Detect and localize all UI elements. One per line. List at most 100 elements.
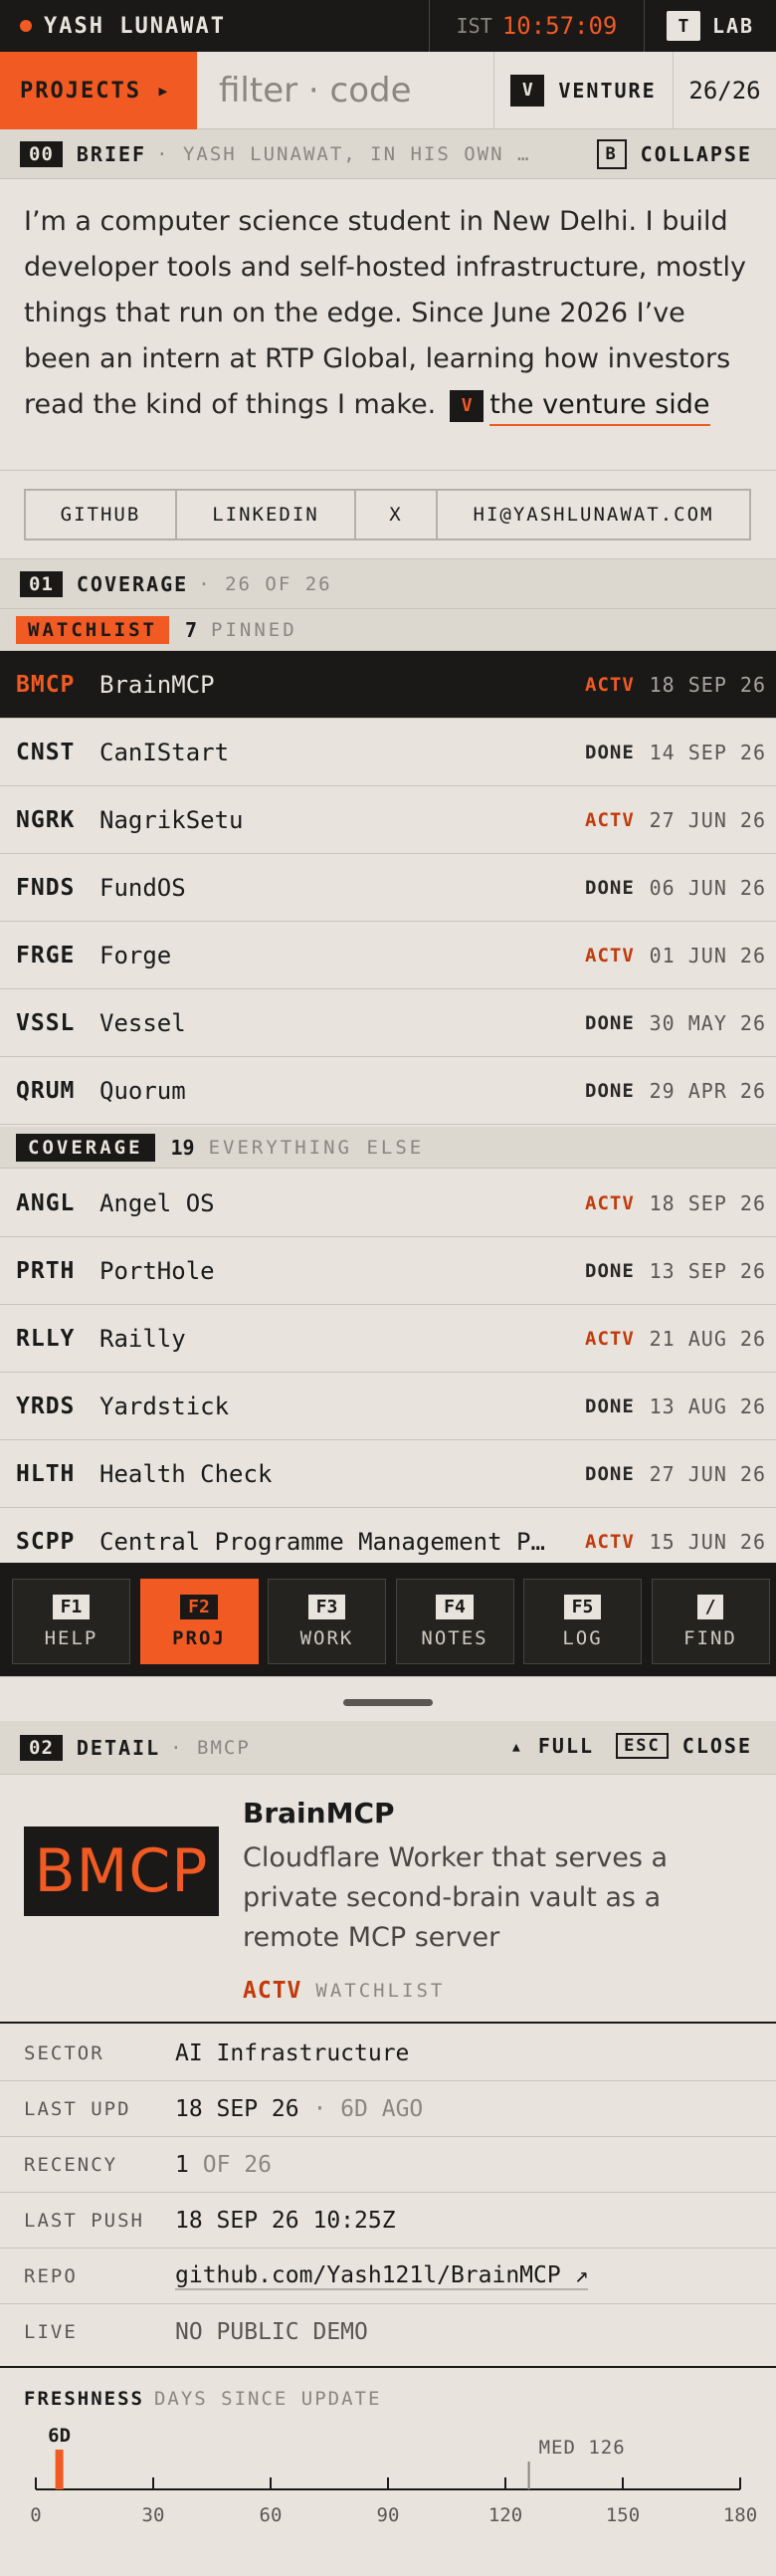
- collapse-label: COLLAPSE: [640, 142, 752, 166]
- project-date: 27 JUN 26: [649, 1461, 766, 1486]
- field-value: NO PUBLIC DEMO: [175, 2319, 368, 2345]
- linkedin-link[interactable]: LINKEDIN: [177, 491, 356, 538]
- dock-label: HELP: [44, 1626, 98, 1649]
- email-link[interactable]: HI@YASHLUNAWAT.COM: [438, 491, 749, 538]
- x-tick-label: 0: [30, 2504, 41, 2526]
- dock-key: /: [696, 1594, 724, 1619]
- collapse-button[interactable]: B COLLAPSE: [596, 139, 752, 169]
- project-row-yrds[interactable]: YRDS Yardstick DONE 13 AUG 26: [0, 1373, 776, 1440]
- field-label: LIVE: [24, 2321, 78, 2343]
- venture-button[interactable]: V VENTURE: [493, 52, 673, 128]
- project-date: 18 SEP 26: [649, 672, 766, 697]
- chart-title: FRESHNESS DAYS SINCE UPDATE: [24, 2388, 381, 2410]
- field-repo: REPO github.com/Yash121l/BrainMCP ↗: [0, 2249, 776, 2304]
- github-link[interactable]: GITHUB: [26, 491, 177, 538]
- project-name: Yardstick: [99, 1392, 230, 1420]
- section-subtitle: · YASH LUNAWAT, IN HIS OWN WORDS: [156, 142, 534, 165]
- watchlist-label: PINNED: [211, 618, 297, 641]
- x-tick-label: 180: [723, 2504, 757, 2526]
- project-row-bmcp[interactable]: BMCP BrainMCP ACTV 18 SEP 26: [0, 651, 776, 719]
- coverage-tag: COVERAGE: [16, 1133, 155, 1162]
- last-updated-ago: · 6D AGO: [312, 2095, 424, 2122]
- clock: IST 10:57:09: [429, 0, 644, 52]
- venture-link[interactable]: the venture side: [489, 389, 710, 426]
- project-status: ACTV: [585, 808, 635, 831]
- project-date: 13 SEP 26: [649, 1258, 766, 1283]
- dock-label: PROJ: [172, 1626, 226, 1649]
- median-label: MED 126: [539, 2437, 626, 2459]
- project-row-vssl[interactable]: VSSL Vessel DONE 30 MAY 26: [0, 989, 776, 1057]
- project-status: ACTV: [585, 944, 635, 966]
- chart-subtitle: DAYS SINCE UPDATE: [153, 2388, 382, 2410]
- watchlist-count: 7: [184, 617, 197, 642]
- project-name: BrainMCP: [99, 670, 215, 699]
- dock-button-find[interactable]: / FIND: [651, 1579, 770, 1664]
- full-button[interactable]: ▴ FULL: [510, 1734, 594, 1758]
- project-name: Forge: [99, 941, 172, 969]
- brief-paragraph: I’m a computer science student in New De…: [24, 206, 746, 420]
- project-status: ACTV: [585, 673, 635, 696]
- field-live: LIVE NO PUBLIC DEMO: [0, 2304, 776, 2360]
- project-status: DONE: [585, 876, 635, 899]
- field-last-updated: LAST UPD 18 SEP 26 · 6D AGO: [0, 2081, 776, 2137]
- repo-link[interactable]: github.com/Yash121l/BrainMCP ↗: [175, 2262, 589, 2290]
- project-count: 26/26: [673, 52, 776, 128]
- project-row-hlth[interactable]: HLTH Health Check DONE 27 JUN 26: [0, 1440, 776, 1508]
- project-code: CNST: [16, 739, 76, 765]
- clock-time: 10:57:09: [501, 12, 618, 40]
- social-section: GITHUB LINKEDIN X HI@YASHLUNAWAT.COM: [0, 470, 776, 559]
- recency-rank: 1: [175, 2151, 189, 2178]
- section-number: 02: [20, 1734, 63, 1761]
- brief-header: 00 BRIEF · YASH LUNAWAT, IN HIS OWN WORD…: [0, 129, 776, 179]
- project-row-prth[interactable]: PRTH PortHole DONE 13 SEP 26: [0, 1237, 776, 1305]
- project-name: Quorum: [99, 1076, 186, 1105]
- field-sector: SECTOR AI Infrastructure: [0, 2026, 776, 2081]
- freshness-chart: FRESHNESS DAYS SINCE UPDATE 0 30 60 90 120 150…: [0, 2366, 776, 2576]
- project-date: 21 AUG 26: [649, 1326, 766, 1351]
- project-code: BMCP: [16, 671, 76, 698]
- project-name: Health Check: [99, 1459, 273, 1488]
- projects-button[interactable]: PROJECTS ▸: [0, 52, 197, 129]
- top-bar: YASH LUNAWAT IST 10:57:09 T LAB: [0, 0, 776, 52]
- dock-label: WORK: [299, 1626, 354, 1649]
- project-row-fnds[interactable]: FNDS FundOS DONE 06 JUN 26: [0, 854, 776, 922]
- close-button[interactable]: ESC CLOSE: [616, 1733, 752, 1759]
- field-value: 18 SEP 26 10:25Z: [175, 2207, 396, 2234]
- project-name: Central Programme Management Portal: [99, 1527, 557, 1556]
- project-code: QRUM: [16, 1077, 76, 1104]
- dock-button-proj[interactable]: F2 PROJ: [139, 1579, 259, 1664]
- function-key-dock: F1 HELP F2 PROJ F3 WORK F4 NOTES F5 LOG / FIND: [0, 1563, 776, 1676]
- coverage-label: EVERYTHING ELSE: [208, 1136, 425, 1159]
- project-row-cnst[interactable]: CNST CanIStart DONE 14 SEP 26: [0, 719, 776, 786]
- dock-button-work[interactable]: F3 WORK: [268, 1579, 386, 1664]
- field-value: 18 SEP 26 · 6D AGO: [175, 2096, 423, 2122]
- project-code: FNDS: [16, 874, 76, 901]
- x-link[interactable]: X: [356, 491, 438, 538]
- project-row-rlly[interactable]: RLLY Railly ACTV 21 AUG 26: [0, 1305, 776, 1373]
- freshness-svg: 0 30 60 90 120 150 180 MED 126 6D: [30, 2425, 757, 2526]
- watchlist-header: WATCHLIST 7 PINNED: [0, 609, 776, 651]
- recency-of: OF 26: [202, 2151, 272, 2178]
- brief-text: I’m a computer science student in New De…: [24, 199, 750, 428]
- project-row-ngrk[interactable]: NGRK NagrikSetu ACTV 27 JUN 26: [0, 786, 776, 854]
- field-value: 1 OF 26: [175, 2152, 272, 2178]
- section-number: 01: [20, 570, 63, 597]
- filter-input[interactable]: filter · code: [197, 52, 493, 128]
- project-row-angl[interactable]: ANGL Angel OS ACTV 18 SEP 26: [0, 1170, 776, 1237]
- dock-button-log[interactable]: F5 LOG: [523, 1579, 642, 1664]
- project-row-frge[interactable]: FRGE Forge ACTV 01 JUN 26: [0, 922, 776, 989]
- project-row-qrum[interactable]: QRUM Quorum DONE 29 APR 26: [0, 1057, 776, 1125]
- detail-sheet: 02 DETAIL · BMCP ▴ FULL ESC CLOSE BMCP B…: [0, 1676, 776, 2576]
- x-tick-label: 60: [260, 2504, 283, 2526]
- site-brand[interactable]: YASH LUNAWAT: [44, 14, 226, 39]
- nav-row: PROJECTS ▸ filter · code V VENTURE 26/26: [0, 52, 776, 129]
- lab-button[interactable]: T LAB: [644, 0, 776, 52]
- project-name: BrainMCP: [243, 1797, 395, 1829]
- x-tick-label: 30: [142, 2504, 165, 2526]
- project-code: SCPP: [16, 1528, 76, 1555]
- project-date: 01 JUN 26: [649, 943, 766, 967]
- dock-button-help[interactable]: F1 HELP: [12, 1579, 130, 1664]
- dock-button-notes[interactable]: F4 NOTES: [395, 1579, 514, 1664]
- sheet-drag-handle[interactable]: [343, 1699, 433, 1706]
- project-status: DONE: [585, 1462, 635, 1485]
